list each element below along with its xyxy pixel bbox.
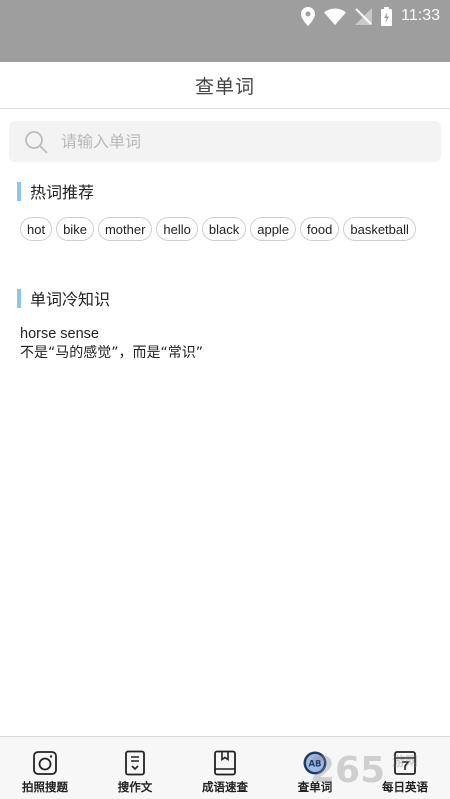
trivia-phrase: horse sense	[20, 326, 99, 342]
nav-item-photo-search[interactable]: 拍照搜题	[0, 737, 90, 799]
section-accent-bar	[17, 288, 21, 308]
page-title: 查单词	[194, 75, 255, 98]
search-input[interactable]	[61, 132, 421, 151]
trivia-content: horse sense 不是“马的感觉”，而是“常识”	[20, 325, 203, 363]
camera-icon	[33, 751, 57, 775]
nav-label: 搜作文	[117, 780, 153, 794]
hot-words-header: 热词推荐	[17, 179, 94, 203]
title-bar: 查单词	[0, 62, 450, 109]
document-icon	[125, 750, 145, 776]
hot-words-title: 热词推荐	[30, 183, 95, 202]
nav-item-essay[interactable]: 搜作文	[90, 737, 180, 799]
hot-word-chip[interactable]: mother	[97, 217, 153, 241]
hot-word-chip[interactable]: hot	[20, 217, 53, 241]
nav-item-idiom[interactable]: 成语速查	[180, 737, 270, 799]
nav-label: 成语速查	[202, 780, 248, 794]
hot-words-list: hot bike mother hello black apple food b…	[20, 217, 416, 241]
svg-text:265: 265	[310, 750, 385, 790]
status-time: 11:33	[401, 7, 440, 24]
hot-word-chip[interactable]: food	[300, 217, 340, 241]
battery-charging-icon	[381, 6, 393, 26]
nav-label: 拍照搜题	[22, 780, 68, 794]
no-signal-icon	[355, 7, 373, 25]
status-icons: 11:33	[301, 4, 440, 28]
hot-word-chip[interactable]: black	[201, 217, 247, 241]
trivia-title: 单词冷知识	[30, 290, 111, 309]
hot-word-chip[interactable]: hello	[156, 217, 198, 241]
status-bar: 11:33	[0, 0, 450, 62]
hot-word-chip[interactable]: bike	[56, 217, 94, 241]
section-accent-bar	[17, 181, 21, 201]
location-icon	[301, 6, 316, 26]
trivia-explanation: 不是“马的感觉”，而是“常识”	[20, 345, 204, 361]
hot-word-chip[interactable]: apple	[250, 217, 297, 241]
book-icon	[214, 750, 236, 776]
watermark-logo: 265 游网	[310, 750, 418, 790]
search-icon	[25, 130, 48, 153]
hot-word-chip[interactable]: basketball	[343, 217, 416, 241]
search-box[interactable]	[9, 121, 441, 162]
trivia-header: 单词冷知识	[17, 286, 110, 310]
svg-text:游网: 游网	[392, 754, 418, 770]
wifi-icon	[324, 8, 347, 25]
